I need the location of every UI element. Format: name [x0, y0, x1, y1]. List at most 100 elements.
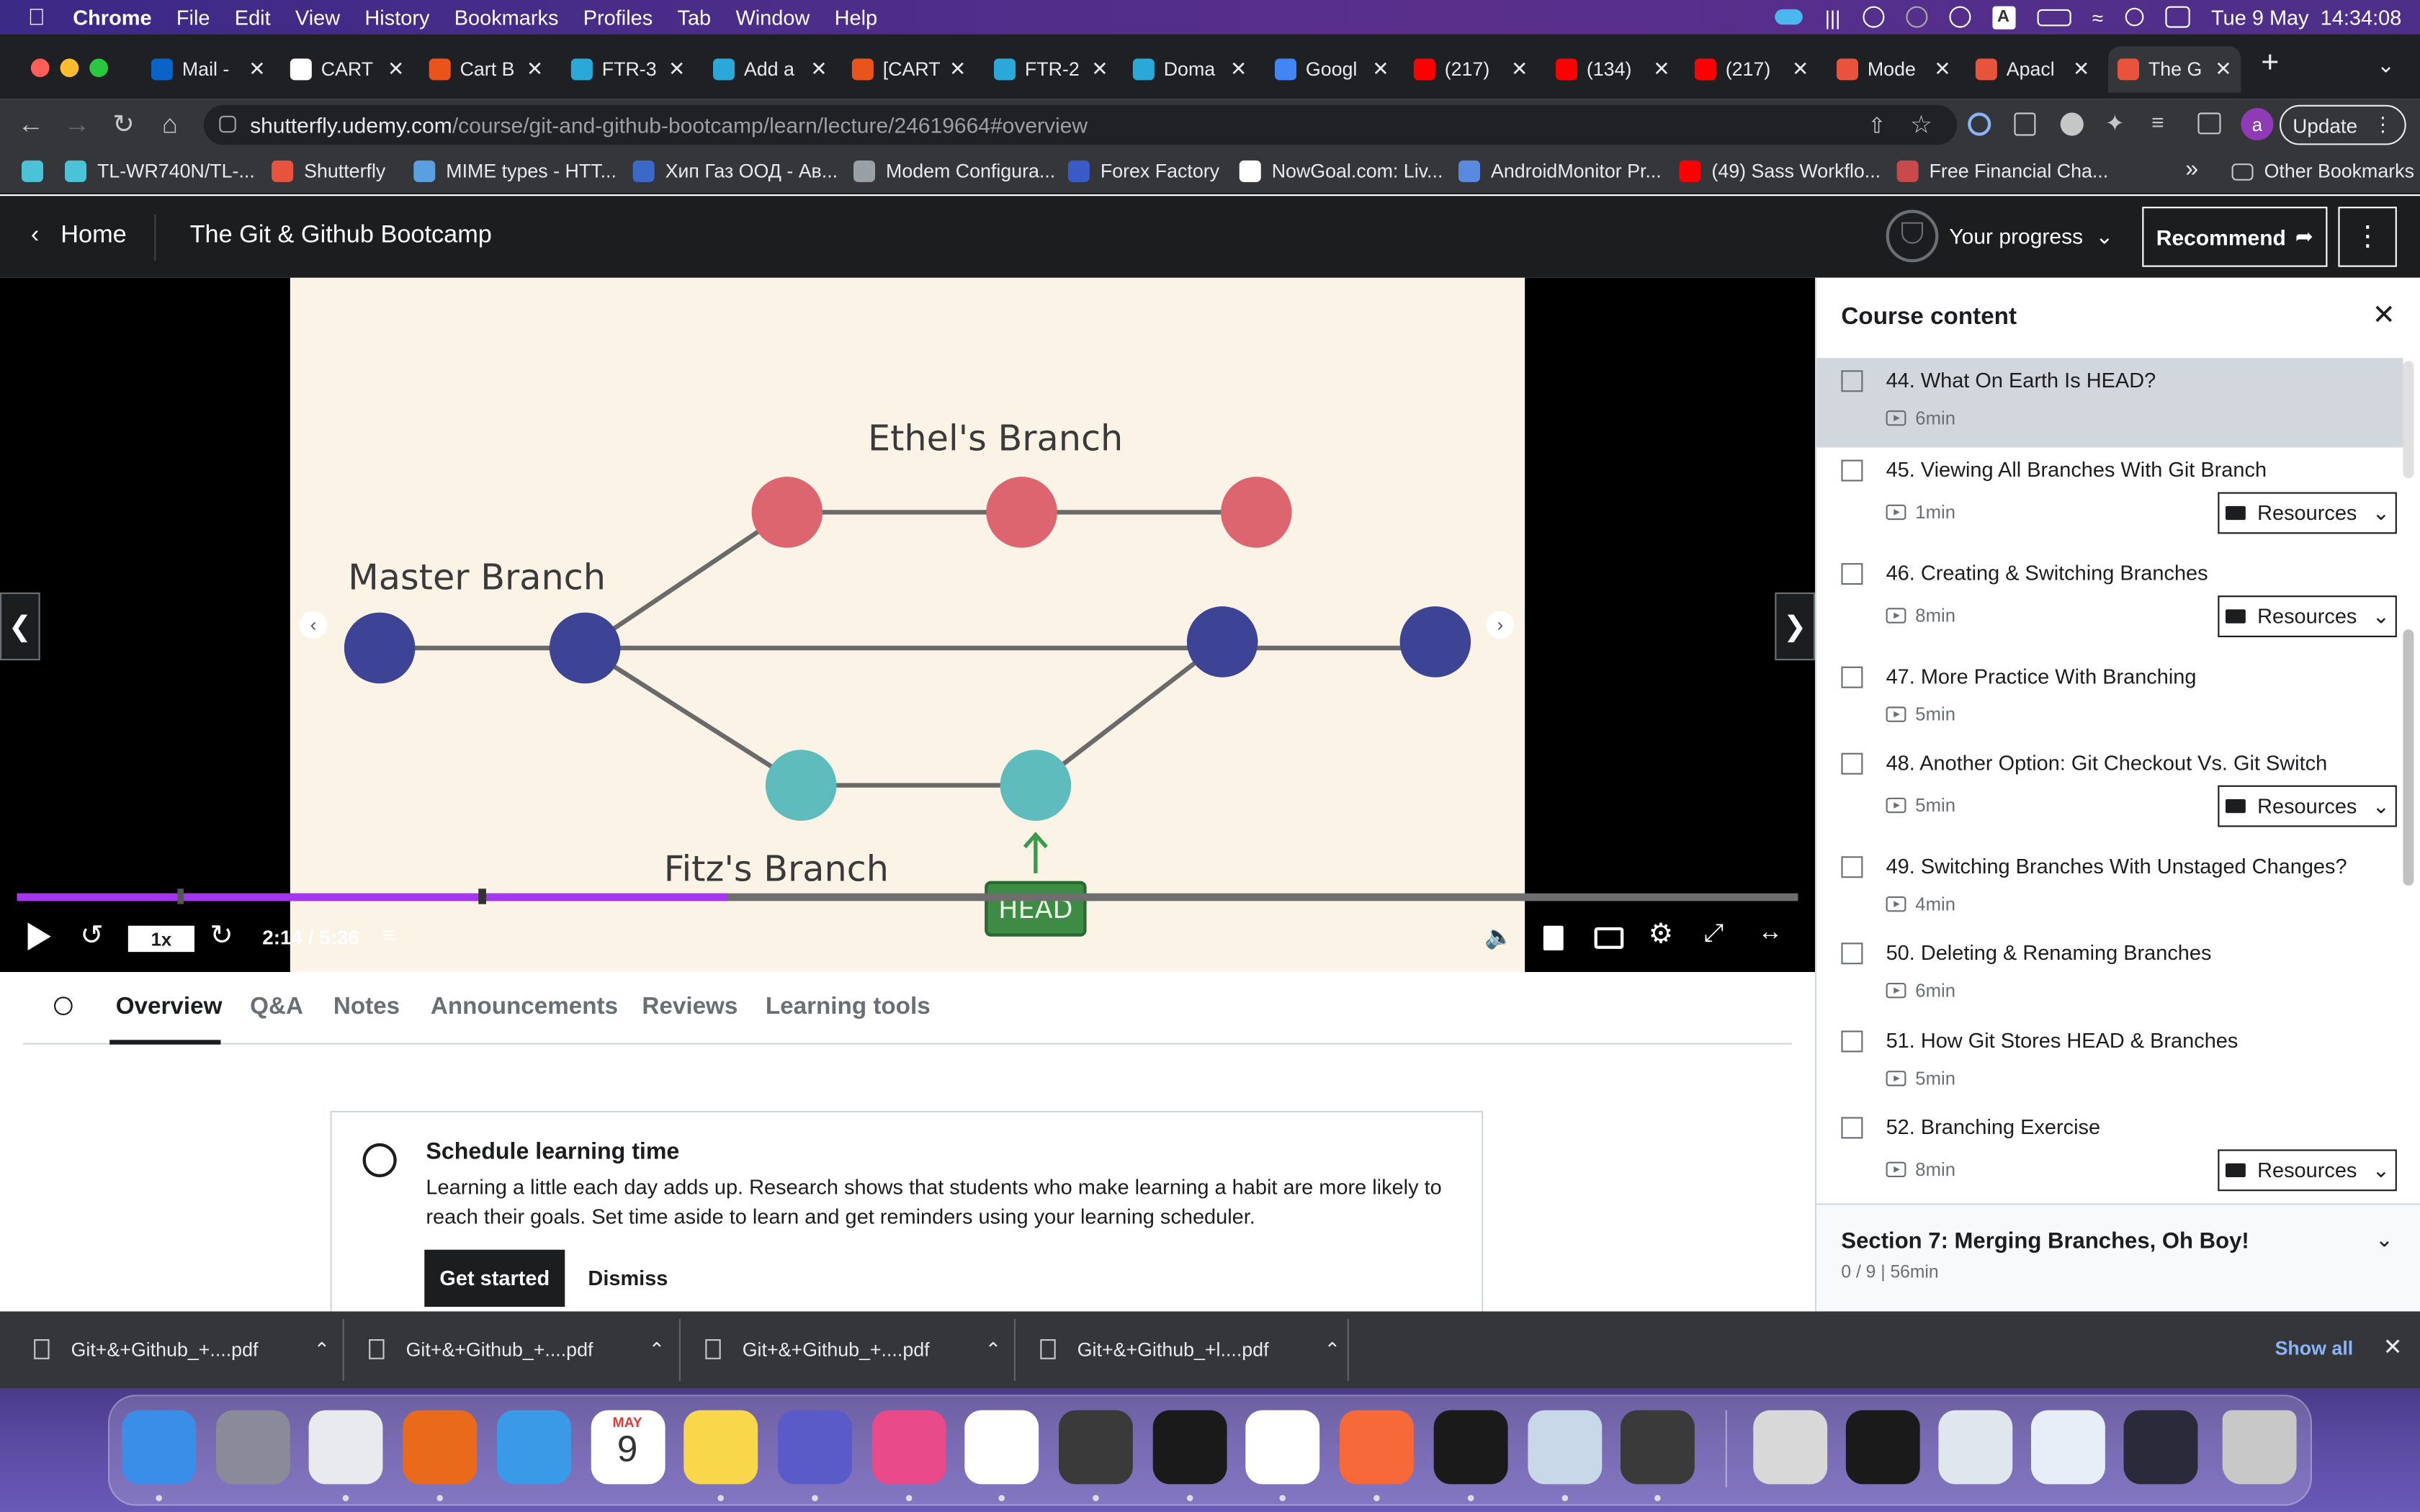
- close-tab-icon[interactable]: ✕: [387, 57, 404, 81]
- menubar-app-name[interactable]: Chrome: [73, 6, 151, 29]
- close-tab-icon[interactable]: ✕: [1091, 57, 1108, 81]
- bookmark-item[interactable]: TL-WR740N/TL-...: [65, 160, 255, 182]
- resources-dropdown[interactable]: Resources ⌄: [2218, 492, 2397, 534]
- bookmark-item[interactable]: Shutterfly: [272, 160, 385, 182]
- home-button[interactable]: ⌂: [147, 109, 193, 140]
- slide-next-icon[interactable]: ›: [1486, 611, 1515, 639]
- captions-icon[interactable]: [1594, 927, 1624, 949]
- slide-prev-icon[interactable]: ‹: [299, 611, 328, 639]
- menu-tab[interactable]: Tab: [677, 6, 711, 29]
- menu-edit[interactable]: Edit: [235, 6, 271, 29]
- sidebar-scrollbar[interactable]: [2403, 629, 2414, 886]
- course-title[interactable]: The Git & Github Bootcamp: [190, 222, 492, 251]
- launchpad-icon[interactable]: [215, 1410, 290, 1485]
- reading-list-icon[interactable]: ≡: [2151, 109, 2164, 134]
- playback-speed-button[interactable]: 1x: [127, 925, 194, 953]
- bookmark-item[interactable]: Forex Factory: [1067, 160, 1219, 182]
- browser-tab[interactable]: FTR-3 ✕: [562, 46, 694, 92]
- lecture-checkbox[interactable]: [1841, 1117, 1863, 1139]
- downloads-stack-icon[interactable]: [1753, 1410, 1828, 1485]
- lecture-item[interactable]: 52. Branching Exercise 8min Resources ⌄: [1816, 1104, 2403, 1203]
- menu-help[interactable]: Help: [835, 6, 877, 29]
- back-button[interactable]: ←: [8, 109, 54, 140]
- play-circle-icon[interactable]: [1948, 6, 1971, 28]
- battery-icon[interactable]: [2036, 8, 2071, 26]
- chevron-up-icon[interactable]: ⌃: [1325, 1338, 1340, 1361]
- bookmark-item[interactable]: MIME types - HTT...: [413, 160, 617, 182]
- bookmark-item[interactable]: [22, 160, 54, 182]
- forward-5-icon[interactable]: ↻: [210, 919, 233, 952]
- show-all-downloads-button[interactable]: Show all: [2275, 1338, 2354, 1359]
- close-tab-icon[interactable]: ✕: [1230, 57, 1247, 81]
- other-bookmarks[interactable]: Other Bookmarks: [2231, 161, 2414, 182]
- lecture-checkbox[interactable]: [1841, 459, 1863, 482]
- section-header[interactable]: Section 7: Merging Branches, Oh Boy! 0 /…: [1816, 1203, 2420, 1312]
- close-tab-icon[interactable]: ✕: [1653, 57, 1670, 81]
- menu-window[interactable]: Window: [735, 6, 810, 29]
- spotlight-icon[interactable]: [2125, 7, 2143, 27]
- download-item[interactable]: Git+&+Github_+....pdf ⌃: [34, 1338, 330, 1361]
- bookmark-item[interactable]: (49) Sass Workflo...: [1679, 160, 1881, 182]
- close-tab-icon[interactable]: ✕: [810, 57, 827, 81]
- chevron-up-icon[interactable]: ⌃: [649, 1338, 665, 1361]
- lecture-item[interactable]: 47. More Practice With Branching 5min: [1816, 654, 2403, 741]
- lecture-checkbox[interactable]: [1841, 856, 1863, 878]
- lecture-item[interactable]: 48. Another Option: Git Checkout Vs. Git…: [1816, 741, 2403, 845]
- lecture-item[interactable]: 49. Switching Branches With Unstaged Cha…: [1816, 844, 2403, 930]
- chrome-icon[interactable]: [309, 1410, 384, 1485]
- vpn-globe-icon[interactable]: [1905, 6, 1927, 28]
- postman-icon[interactable]: [1340, 1410, 1415, 1485]
- lecture-item[interactable]: 50. Deleting & Renaming Branches 6min: [1816, 930, 2403, 1018]
- window-thumbnail-4[interactable]: [2123, 1410, 2198, 1485]
- settings-gear-icon[interactable]: ⚙: [1649, 918, 1674, 950]
- browser-tab[interactable]: Cart B ✕: [420, 46, 552, 92]
- menu-view[interactable]: View: [295, 6, 340, 29]
- forward-button[interactable]: →: [54, 109, 100, 140]
- bookmarks-overflow-button[interactable]: »: [2185, 156, 2198, 181]
- close-tab-icon[interactable]: ✕: [526, 57, 543, 81]
- extension-2-icon[interactable]: [2014, 112, 2036, 136]
- fullscreen-icon[interactable]: ⤢: [1704, 921, 1724, 949]
- resources-dropdown[interactable]: Resources ⌄: [2218, 1149, 2397, 1192]
- tab-search-chevron-icon[interactable]: ⌄: [2377, 53, 2395, 78]
- download-item[interactable]: Git+&+Github_+....pdf ⌃: [369, 1338, 665, 1361]
- browser-tab[interactable]: CART ✕: [281, 46, 413, 92]
- transcript-icon[interactable]: [1543, 925, 1564, 950]
- teams-icon[interactable]: [777, 1410, 852, 1485]
- window-thumbnail-1[interactable]: [1845, 1410, 1920, 1485]
- add-note-icon[interactable]: ≡: [382, 922, 396, 948]
- bookmark-marker[interactable]: [177, 888, 184, 904]
- browser-tab[interactable]: Mode ✕: [1827, 46, 1960, 92]
- recommend-button[interactable]: Recommend ➦: [2142, 207, 2328, 267]
- bookmark-item[interactable]: AndroidMonitor Pr...: [1458, 160, 1662, 182]
- extension-1-icon[interactable]: [1968, 112, 1991, 136]
- lecture-item[interactable]: 44. What On Earth Is HEAD? 6min: [1816, 358, 2403, 448]
- browser-tab[interactable]: [CART ✕: [843, 46, 975, 92]
- extension-3-icon[interactable]: [2060, 112, 2084, 136]
- chevron-up-icon[interactable]: ⌃: [985, 1338, 1001, 1361]
- close-downloads-icon[interactable]: ✕: [2383, 1333, 2403, 1361]
- bookmark-star-icon[interactable]: ☆: [1910, 109, 1932, 140]
- tab-notes[interactable]: Notes: [333, 994, 400, 1022]
- lecture-checkbox[interactable]: [1841, 370, 1863, 392]
- browser-tab[interactable]: FTR-2 ✕: [985, 46, 1117, 92]
- extensions-puzzle-icon[interactable]: ✦: [2105, 109, 2125, 137]
- preview-icon[interactable]: [1527, 1410, 1602, 1485]
- bookmark-marker[interactable]: [478, 888, 486, 904]
- play-icon[interactable]: [27, 922, 51, 950]
- browser-tab[interactable]: (217) ✕: [1404, 46, 1537, 92]
- resources-dropdown[interactable]: Resources ⌄: [2218, 785, 2397, 827]
- notes-icon[interactable]: [684, 1410, 758, 1485]
- chrome-update-button[interactable]: Update ⋮: [2280, 104, 2406, 145]
- browser-tab[interactable]: Mail - ✕: [142, 46, 274, 92]
- resources-dropdown[interactable]: Resources ⌄: [2218, 595, 2397, 637]
- bookmark-item[interactable]: Free Financial Cha...: [1896, 160, 2108, 182]
- browser-tab[interactable]: Add a ✕: [704, 46, 836, 92]
- bookmark-item[interactable]: NowGoal.com: Liv...: [1239, 160, 1443, 182]
- tab-announcements[interactable]: Announcements: [431, 994, 618, 1022]
- close-icon[interactable]: ✕: [2372, 300, 2396, 332]
- window-zoom-button[interactable]: [89, 58, 108, 78]
- video-progress-bar[interactable]: [17, 888, 1798, 904]
- browser-tab[interactable]: (134) ✕: [1546, 46, 1679, 92]
- vscode-icon[interactable]: [1246, 1410, 1320, 1485]
